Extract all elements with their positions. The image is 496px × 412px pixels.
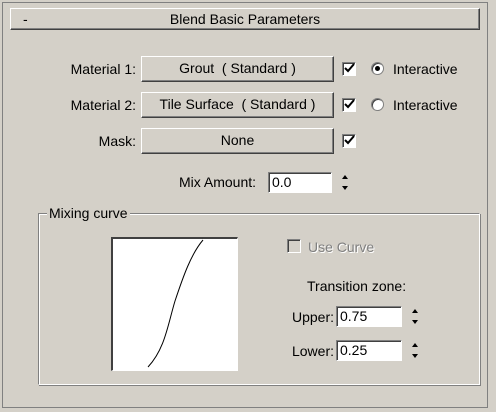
- material-2-button[interactable]: Tile Surface ( Standard ): [141, 92, 334, 118]
- spinner-up-arrow-icon[interactable]: [338, 172, 352, 182]
- material-1-enable-checkbox[interactable]: [342, 62, 356, 76]
- material-2-label: Material 2:: [70, 97, 136, 113]
- material-1-interactive-radio[interactable]: [371, 62, 384, 75]
- checkmark-icon: [344, 63, 355, 73]
- upper-input[interactable]: 0.75: [336, 306, 402, 327]
- mix-amount-input[interactable]: 0.0: [268, 172, 332, 193]
- transition-zone-label: Transition zone:: [307, 278, 407, 294]
- material-1-label: Material 1:: [70, 61, 136, 77]
- upper-label: Upper:: [291, 309, 334, 325]
- mix-amount-spinner[interactable]: [338, 172, 352, 193]
- use-curve-label: Use Curve: [308, 239, 375, 255]
- checkmark-icon: [344, 99, 355, 109]
- material-2-interactive-label: Interactive: [393, 97, 458, 113]
- checkmark-icon: [344, 135, 355, 145]
- material-1-button[interactable]: Grout ( Standard ): [141, 56, 334, 82]
- material-2-interactive-radio[interactable]: [371, 98, 384, 111]
- radio-selected-dot: [375, 66, 380, 71]
- spinner-down-arrow-icon[interactable]: [408, 351, 422, 361]
- spinner-up-arrow-icon[interactable]: [408, 340, 422, 350]
- mix-amount-label: Mix Amount:: [179, 174, 257, 190]
- mask-label: Mask:: [98, 133, 136, 149]
- spinner-down-arrow-icon[interactable]: [408, 317, 422, 327]
- use-curve-checkbox[interactable]: [287, 239, 301, 253]
- spinner-up-arrow-icon[interactable]: [408, 306, 422, 316]
- lower-label: Lower:: [291, 343, 334, 359]
- mask-button[interactable]: None: [141, 128, 334, 154]
- upper-spinner[interactable]: [408, 306, 422, 327]
- mixing-curve-graph: [111, 237, 238, 371]
- lower-spinner[interactable]: [408, 340, 422, 361]
- rollout-header[interactable]: - Blend Basic Parameters: [10, 8, 480, 30]
- material-2-enable-checkbox[interactable]: [342, 98, 356, 112]
- rollout-title: Blend Basic Parameters: [169, 11, 321, 27]
- lower-input[interactable]: 0.25: [336, 340, 402, 361]
- spinner-down-arrow-icon[interactable]: [338, 183, 352, 193]
- mixing-curve-line: [147, 239, 204, 368]
- mask-enable-checkbox[interactable]: [342, 134, 356, 148]
- material-1-interactive-label: Interactive: [393, 61, 458, 77]
- mixing-curve-legend: Mixing curve: [47, 205, 130, 221]
